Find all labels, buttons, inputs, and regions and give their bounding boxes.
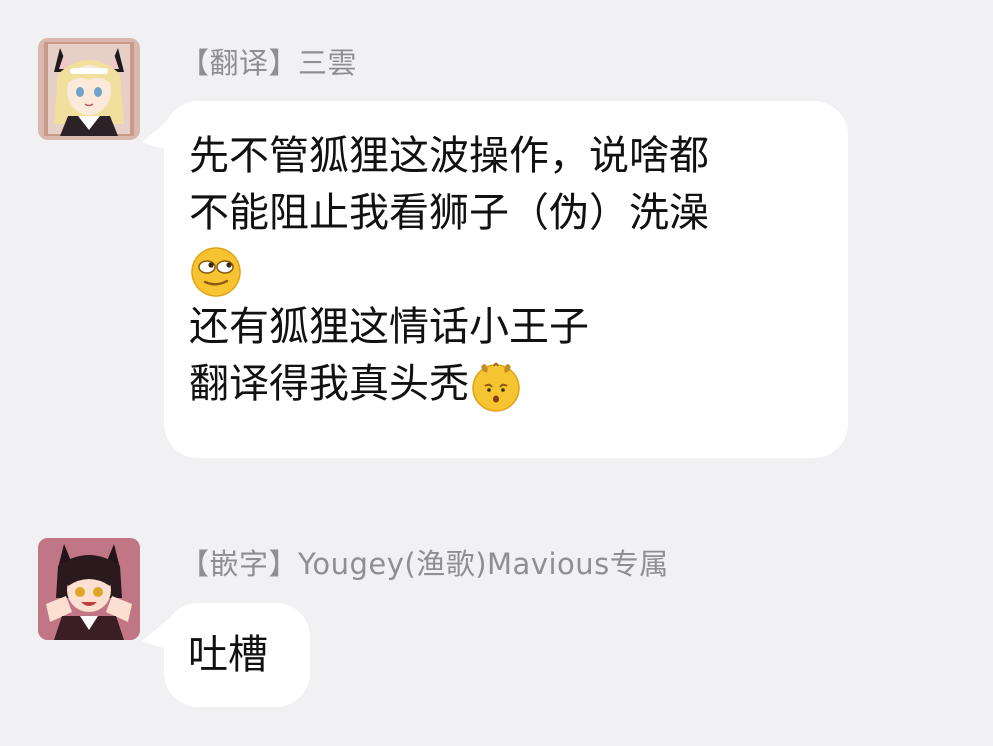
message-text-line: 不能阻止我看狮子（伪）洗澡	[189, 190, 709, 236]
sender-name[interactable]: 【翻译】三雲	[180, 40, 357, 82]
message-text-line: 吐槽	[188, 632, 268, 678]
chat-view: 【翻译】三雲 先不管狐狸这波操作，说啥都 不能阻止我看狮子（伪）洗澡 还有狐狸这…	[0, 0, 993, 746]
message-text-line: 翻译得我真头秃	[189, 356, 709, 413]
message-text-line: 先不管狐狸这波操作，说啥都	[189, 133, 709, 179]
anime-boy-cat-ears-avatar	[38, 538, 140, 640]
message-emoji-line	[189, 242, 709, 299]
sender-name[interactable]: 【嵌字】Yougey(渔歌)Mavious专属	[180, 541, 669, 583]
message-text: 翻译得我真头秃	[189, 361, 469, 407]
anime-girl-cat-ears-avatar	[38, 38, 140, 140]
message-text-line: 还有狐狸这情话小王子	[189, 304, 589, 350]
eye-roll-face-emoji	[191, 247, 241, 297]
avatar[interactable]	[38, 38, 140, 140]
avatar[interactable]	[38, 538, 140, 640]
message-bubble[interactable]: 先不管狐狸这波操作，说啥都 不能阻止我看狮子（伪）洗澡 还有狐狸这情话小王子 翻…	[164, 101, 848, 458]
message-bubble[interactable]: 吐槽	[164, 603, 310, 707]
bald-head-face-emoji	[472, 362, 520, 412]
